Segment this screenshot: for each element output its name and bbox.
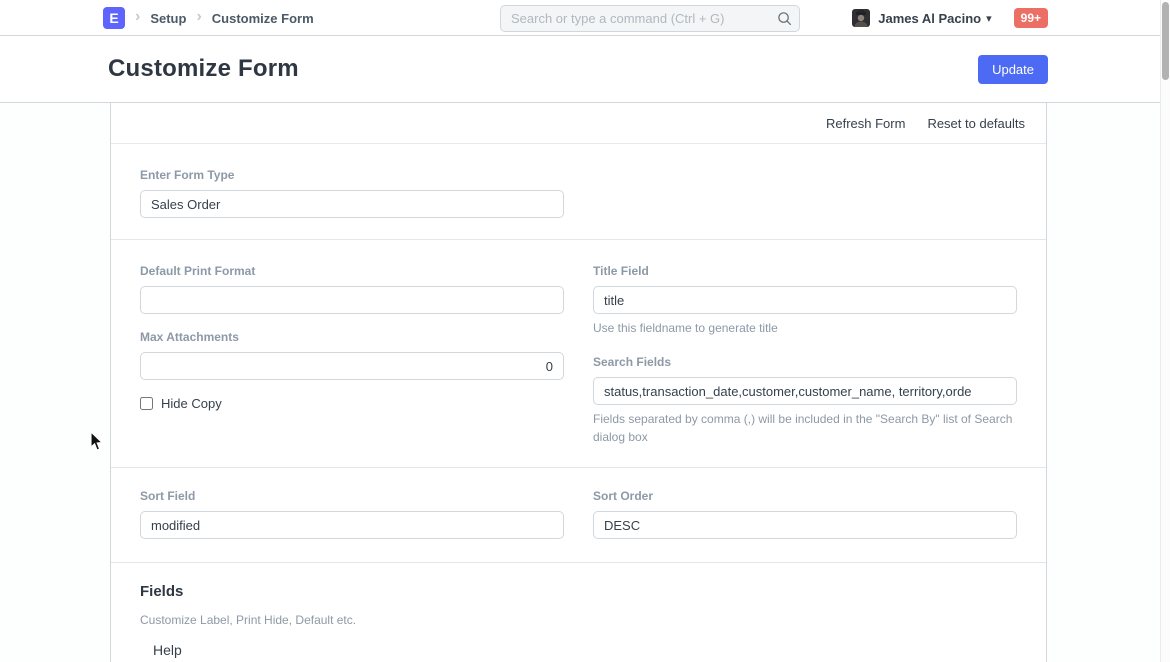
fields-section-description: Customize Label, Print Hide, Default etc…	[140, 613, 1015, 627]
sort-order-label: Sort Order	[593, 489, 1017, 503]
page-title: Customize Form	[108, 55, 299, 83]
properties-right-column: Title Field Use this fieldname to genera…	[593, 264, 1017, 446]
sort-order-column: Sort Order	[593, 489, 1017, 539]
reset-to-defaults-link[interactable]: Reset to defaults	[927, 116, 1025, 131]
main-section: Refresh Form Reset to defaults Enter For…	[0, 103, 1170, 662]
user-avatar[interactable]	[852, 9, 870, 27]
chevron-right-icon: ›	[196, 9, 201, 27]
refresh-form-link[interactable]: Refresh Form	[826, 116, 905, 131]
page-head: Customize Form Update	[0, 36, 1170, 103]
max-attachments-label: Max Attachments	[140, 330, 564, 344]
title-field-description: Use this fieldname to generate title	[593, 320, 1017, 337]
app-logo-letter: E	[109, 10, 118, 26]
properties-left-column: Default Print Format Max Attachments Hid…	[140, 264, 564, 446]
section-fields: Fields Customize Label, Print Hide, Defa…	[111, 563, 1046, 662]
section-form-type: Enter Form Type	[111, 144, 1046, 240]
chevron-right-icon: ›	[135, 9, 140, 27]
notifications-badge[interactable]: 99+	[1014, 8, 1048, 28]
max-attachments-input[interactable]	[140, 352, 564, 380]
default-print-format-label: Default Print Format	[140, 264, 564, 278]
update-button[interactable]: Update	[978, 55, 1048, 84]
search-input[interactable]	[500, 5, 800, 32]
navbar: E › Setup › Customize Form	[0, 0, 1170, 36]
scrollbar-track[interactable]	[1160, 0, 1170, 662]
navbar-user-area: James Al Pacino ▾ 99+	[852, 0, 1048, 36]
sort-order-input[interactable]	[593, 511, 1017, 539]
user-menu[interactable]: James Al Pacino	[878, 11, 981, 26]
breadcrumb-setup[interactable]: Setup	[150, 11, 186, 26]
search-icon	[777, 11, 792, 31]
hide-copy-checkbox-row[interactable]: Hide Copy	[140, 396, 564, 411]
caret-down-icon: ▾	[986, 12, 992, 25]
title-field-label: Title Field	[593, 264, 1017, 278]
search-fields-input[interactable]	[593, 377, 1017, 405]
breadcrumb: E › Setup › Customize Form	[103, 0, 314, 36]
form-container: Refresh Form Reset to defaults Enter For…	[110, 103, 1047, 662]
default-print-format-input[interactable]	[140, 286, 564, 314]
hide-copy-checkbox[interactable]	[140, 397, 153, 410]
sort-field-label: Sort Field	[140, 489, 564, 503]
section-sorting: Sort Field Sort Order	[111, 468, 1046, 563]
title-field-input[interactable]	[593, 286, 1017, 314]
help-link[interactable]: Help	[153, 642, 182, 658]
sort-field-input[interactable]	[140, 511, 564, 539]
scrollbar-thumb[interactable]	[1162, 2, 1169, 80]
app-logo[interactable]: E	[103, 7, 125, 29]
hide-copy-label: Hide Copy	[161, 396, 222, 411]
section-properties: Default Print Format Max Attachments Hid…	[111, 240, 1046, 468]
breadcrumb-customize-form[interactable]: Customize Form	[212, 11, 314, 26]
sort-field-column: Sort Field	[140, 489, 564, 539]
enter-form-type-label: Enter Form Type	[140, 168, 1015, 182]
form-toolbar: Refresh Form Reset to defaults	[111, 103, 1046, 144]
enter-form-type-input[interactable]	[140, 190, 564, 218]
customize-form-page: E › Setup › Customize Form	[0, 0, 1170, 662]
search-fields-label: Search Fields	[593, 355, 1017, 369]
global-search	[500, 5, 800, 32]
search-fields-description: Fields separated by comma (,) will be in…	[593, 411, 1017, 446]
fields-section-title: Fields	[140, 583, 1015, 600]
